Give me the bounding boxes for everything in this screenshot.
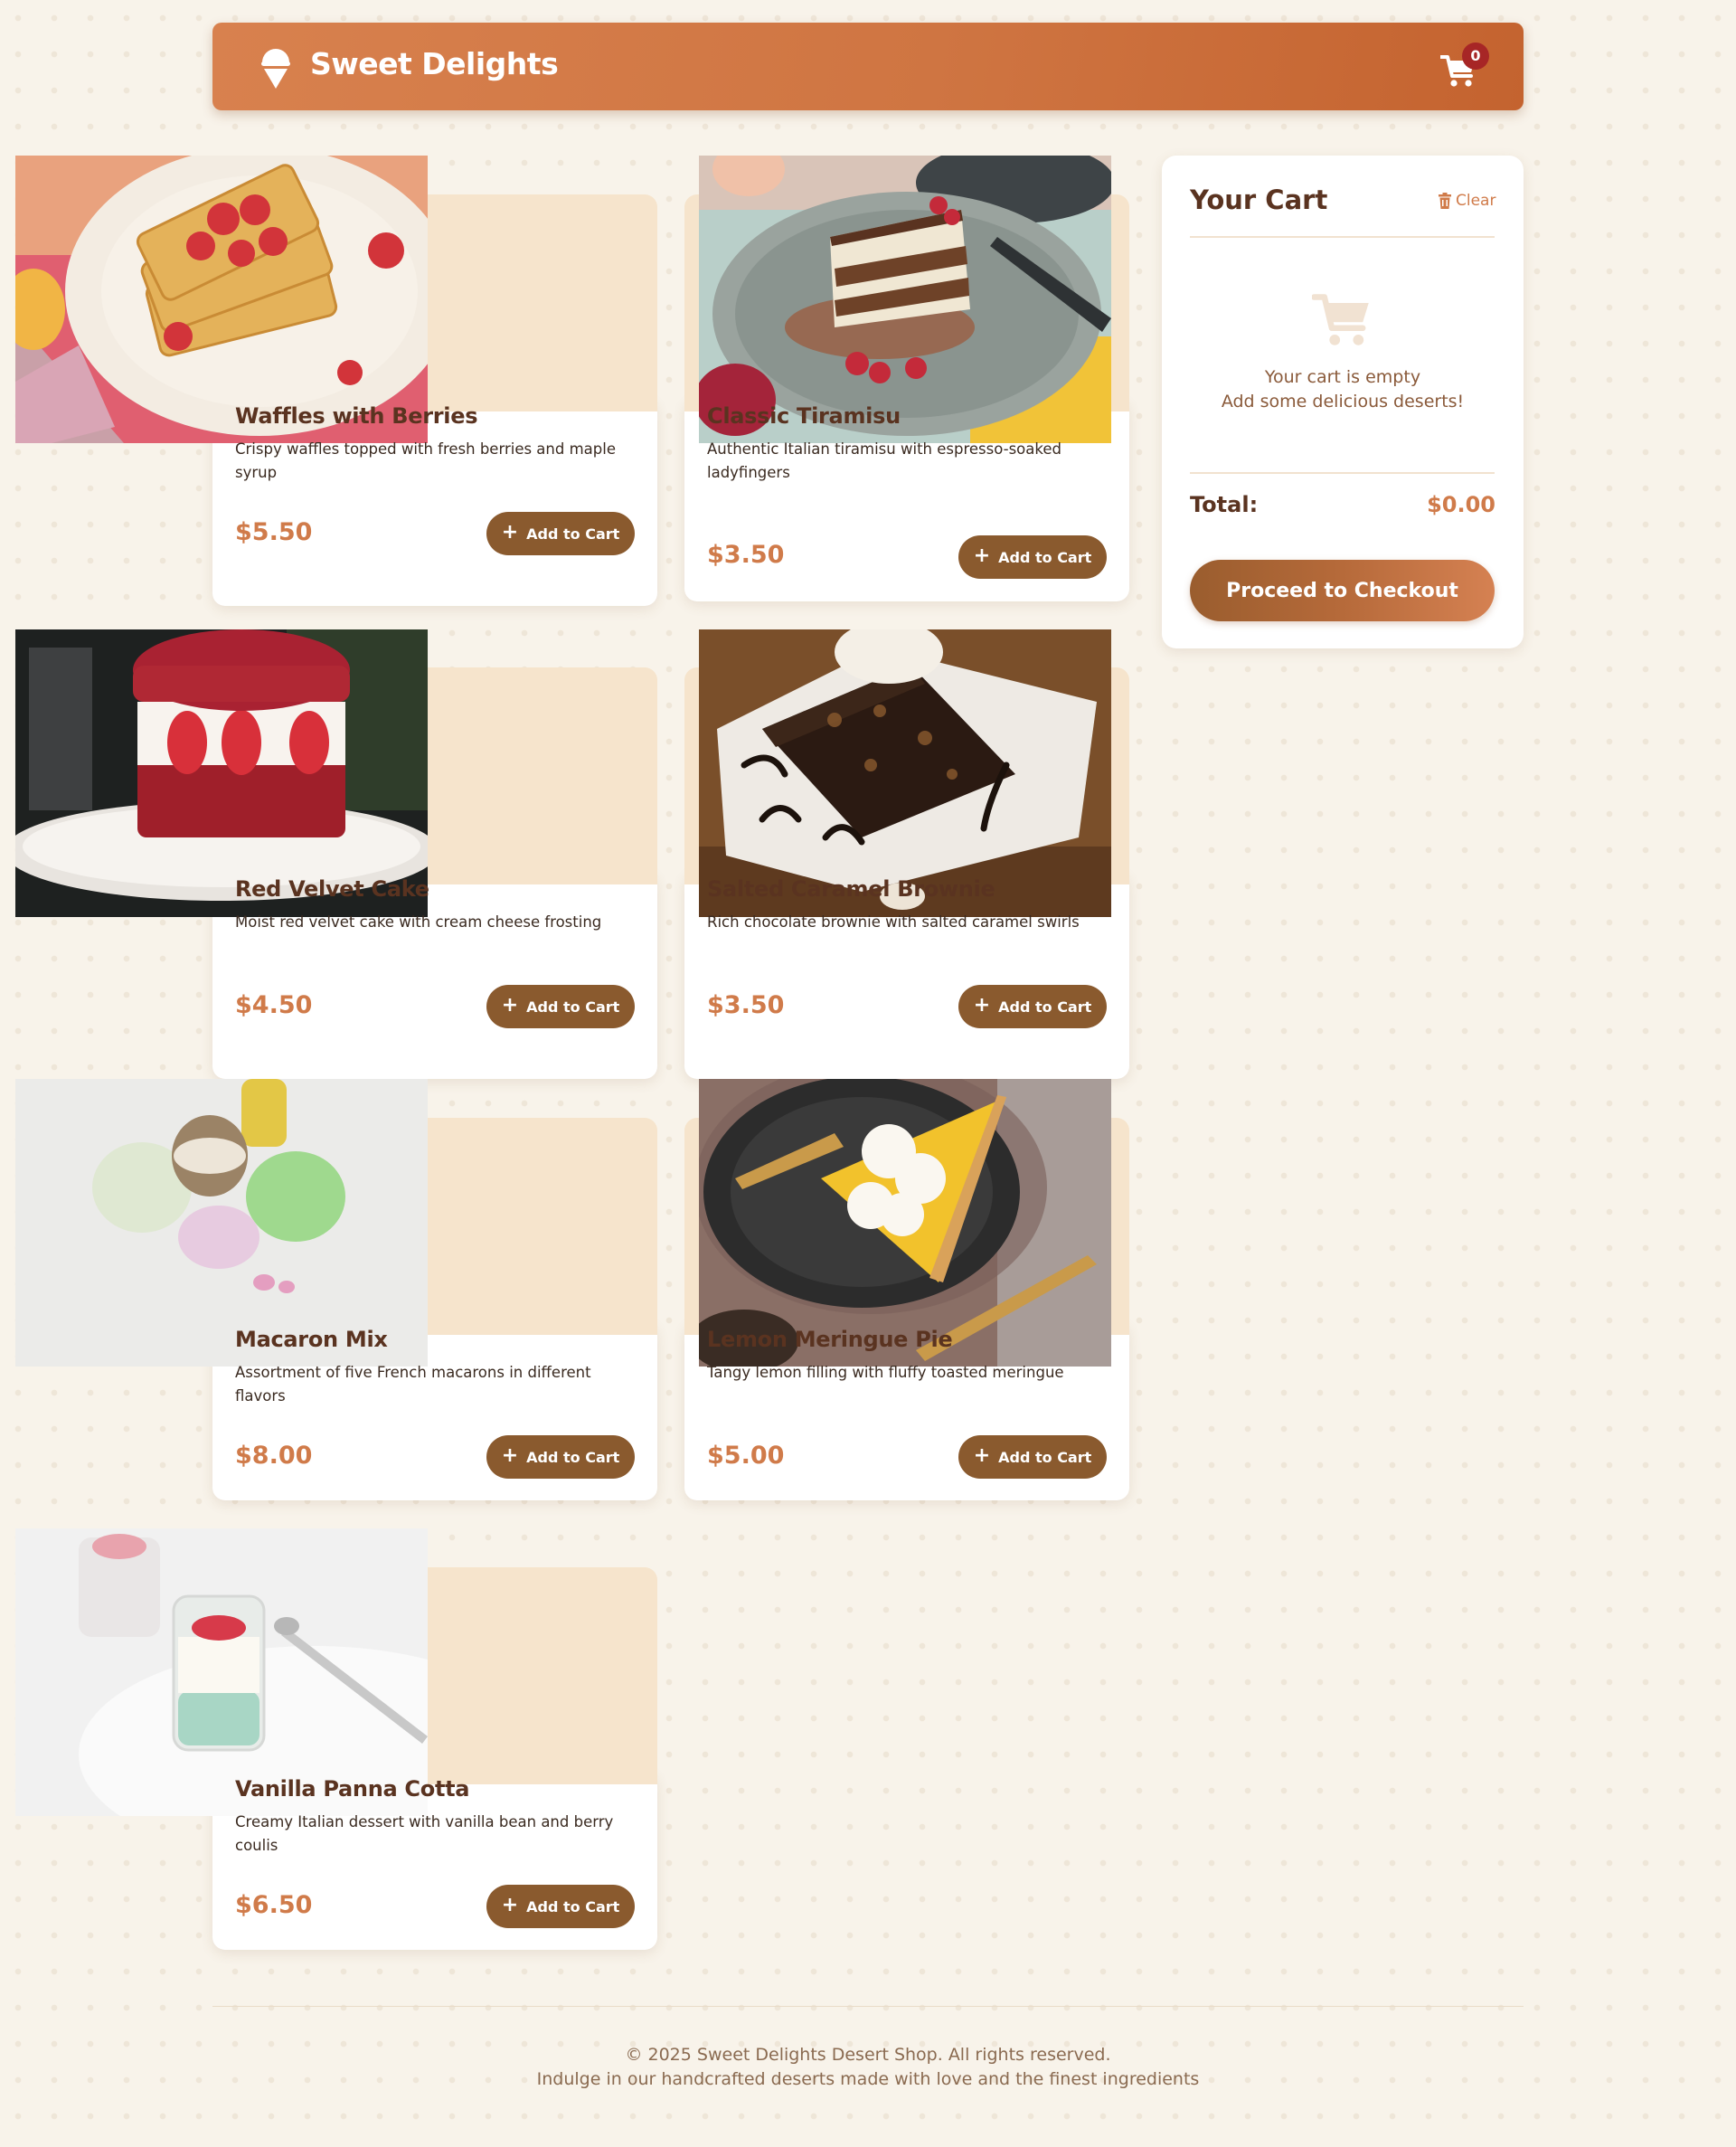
footer-tagline: Indulge in our handcrafted deserts made … bbox=[536, 2069, 1200, 2089]
product-name: Classic Tiramisu bbox=[707, 403, 901, 429]
plus-icon: + bbox=[973, 994, 991, 1017]
product-card: Vanilla Panna Cotta Creamy Italian desse… bbox=[212, 1567, 657, 1950]
product-price: $8.00 bbox=[235, 1442, 313, 1470]
product-description: Moist red velvet cake with cream cheese … bbox=[235, 913, 602, 931]
product-description: Tangy lemon filling with fluffy toasted … bbox=[707, 1364, 1064, 1381]
product-name: Salted Caramel Brownie bbox=[707, 876, 995, 902]
product-description: Rich chocolate brownie with salted caram… bbox=[707, 913, 1080, 931]
empty-cart-icon bbox=[1312, 294, 1369, 345]
add-to-cart-button[interactable]: + Add to Cart bbox=[486, 1885, 635, 1928]
product-price: $6.50 bbox=[235, 1891, 313, 1919]
product-name: Vanilla Panna Cotta bbox=[235, 1776, 470, 1802]
footer-divider bbox=[212, 2006, 1524, 2007]
plus-icon: + bbox=[973, 1444, 991, 1467]
header-cart-button[interactable]: 0 bbox=[1440, 43, 1491, 90]
site-header: Sweet Delights 0 bbox=[212, 23, 1524, 110]
cart-header-divider bbox=[1190, 236, 1495, 238]
cart-count-badge: 0 bbox=[1462, 43, 1489, 70]
add-to-cart-button[interactable]: + Add to Cart bbox=[958, 1435, 1107, 1479]
add-to-cart-label: Add to Cart bbox=[998, 1448, 1092, 1466]
product-card: Waffles with Berries Crispy waffles topp… bbox=[212, 194, 657, 606]
ice-cream-icon bbox=[261, 49, 290, 89]
add-to-cart-label: Add to Cart bbox=[526, 525, 620, 543]
add-to-cart-button[interactable]: + Add to Cart bbox=[958, 985, 1107, 1028]
product-price: $3.50 bbox=[707, 991, 785, 1019]
cart-total-divider bbox=[1190, 472, 1495, 474]
product-name: Macaron Mix bbox=[235, 1327, 388, 1352]
brand-name[interactable]: Sweet Delights bbox=[310, 46, 559, 81]
total-label: Total: bbox=[1190, 492, 1259, 517]
checkout-button[interactable]: Proceed to Checkout bbox=[1190, 560, 1495, 621]
add-to-cart-button[interactable]: + Add to Cart bbox=[486, 512, 635, 555]
add-to-cart-label: Add to Cart bbox=[998, 998, 1092, 1016]
clear-cart-button[interactable]: Clear bbox=[1439, 192, 1495, 210]
cart-title: Your Cart bbox=[1190, 184, 1328, 215]
plus-icon: + bbox=[501, 1894, 519, 1916]
product-card: Macaron Mix Assortment of five French ma… bbox=[212, 1118, 657, 1500]
cart-panel: Your Cart Clear Your cart is empty Add s… bbox=[1162, 156, 1524, 648]
product-price: $5.50 bbox=[235, 518, 313, 546]
add-to-cart-label: Add to Cart bbox=[526, 998, 620, 1016]
plus-icon: + bbox=[501, 521, 519, 544]
add-to-cart-button[interactable]: + Add to Cart bbox=[958, 535, 1107, 579]
trash-icon bbox=[1439, 193, 1451, 209]
product-card: Red Velvet Cake Moist red velvet cake wi… bbox=[212, 667, 657, 1079]
product-price: $4.50 bbox=[235, 991, 313, 1019]
product-price: $5.00 bbox=[707, 1442, 785, 1470]
add-to-cart-button[interactable]: + Add to Cart bbox=[486, 1435, 635, 1479]
add-to-cart-label: Add to Cart bbox=[526, 1897, 620, 1915]
plus-icon: + bbox=[501, 994, 519, 1017]
add-to-cart-button[interactable]: + Add to Cart bbox=[486, 985, 635, 1028]
product-price: $3.50 bbox=[707, 541, 785, 569]
product-card: Lemon Meringue Pie Tangy lemon filling w… bbox=[684, 1118, 1129, 1500]
add-to-cart-label: Add to Cart bbox=[526, 1448, 620, 1466]
clear-label: Clear bbox=[1456, 192, 1496, 210]
empty-cart-hint: Add some delicious deserts! bbox=[1221, 392, 1465, 411]
footer-copyright: © 2025 Sweet Delights Desert Shop. All r… bbox=[625, 2045, 1111, 2065]
plus-icon: + bbox=[501, 1444, 519, 1467]
product-card: Classic Tiramisu Authentic Italian tiram… bbox=[684, 194, 1129, 601]
product-description: Authentic Italian tiramisu with espresso… bbox=[707, 440, 1061, 481]
product-card: Salted Caramel Brownie Rich chocolate br… bbox=[684, 667, 1129, 1079]
total-value: $0.00 bbox=[1427, 492, 1495, 517]
product-name: Waffles with Berries bbox=[235, 403, 478, 429]
product-name: Red Velvet Cake bbox=[235, 876, 429, 902]
product-description: Creamy Italian dessert with vanilla bean… bbox=[235, 1813, 614, 1854]
plus-icon: + bbox=[973, 544, 991, 567]
product-description: Assortment of five French macarons in di… bbox=[235, 1364, 591, 1405]
empty-cart-message: Your cart is empty bbox=[1264, 367, 1421, 387]
product-description: Crispy waffles topped with fresh berries… bbox=[235, 440, 616, 481]
add-to-cart-label: Add to Cart bbox=[998, 548, 1092, 566]
product-name: Lemon Meringue Pie bbox=[707, 1327, 953, 1352]
